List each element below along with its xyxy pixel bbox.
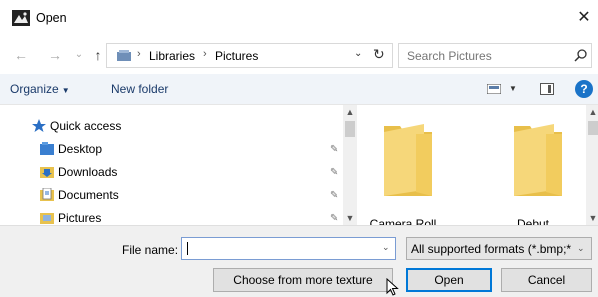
nav-item-label: Downloads <box>58 165 118 179</box>
open-button[interactable]: Open <box>406 268 492 292</box>
close-button[interactable]: ✕ <box>574 8 594 28</box>
organize-label: Organize <box>10 82 59 96</box>
file-type-value: All supported formats (*.bmp;*. <box>411 242 571 256</box>
search-placeholder: Search Pictures <box>407 49 492 63</box>
navigation-pane: Quick access Desktop ✎ Downloads ✎ Docum… <box>0 105 342 225</box>
file-item-debut[interactable]: Debut <box>488 115 578 231</box>
nav-item-label: Desktop <box>58 142 103 156</box>
title-bar: Open ✕ <box>0 0 598 38</box>
breadcrumb-separator: › <box>137 48 141 60</box>
refresh-icon[interactable]: ↻ <box>373 46 385 63</box>
new-folder-button[interactable]: New folder <box>111 82 168 96</box>
scrollbar-thumb[interactable] <box>588 121 598 135</box>
cancel-button[interactable]: Cancel <box>501 268 592 292</box>
file-name-input[interactable]: ⌄ <box>181 237 396 260</box>
forward-button[interactable]: → <box>46 46 64 64</box>
file-name-label: File name: <box>122 243 179 257</box>
breadcrumb-pictures[interactable]: Pictures <box>215 49 258 63</box>
scroll-up-icon[interactable]: ▲ <box>343 105 357 119</box>
search-icon[interactable] <box>574 48 588 62</box>
pin-icon[interactable]: ✎ <box>330 144 340 155</box>
pin-icon[interactable]: ✎ <box>330 190 340 201</box>
file-type-select[interactable]: All supported formats (*.bmp;*. ⌄ <box>406 237 592 260</box>
scroll-up-icon[interactable]: ▲ <box>586 105 598 119</box>
desktop-folder-icon <box>40 142 54 155</box>
star-icon <box>32 119 46 132</box>
folder-icon <box>384 124 432 196</box>
toolbar: Organize ▼ New folder ▼ ? <box>0 74 598 105</box>
scroll-down-icon[interactable]: ▼ <box>343 211 357 225</box>
recent-locations-button[interactable]: ⌄ <box>70 46 88 64</box>
pictures-folder-icon <box>40 213 54 224</box>
pin-icon[interactable]: ✎ <box>330 167 340 178</box>
nav-item-label: Pictures <box>58 211 102 225</box>
preview-pane-icon[interactable] <box>540 83 554 95</box>
nav-pane-scrollbar[interactable]: ▲ ▼ <box>343 105 357 225</box>
text-caret <box>187 242 188 255</box>
view-options-caret-icon[interactable]: ▼ <box>509 84 517 93</box>
nav-item-label: Documents <box>58 188 119 202</box>
file-list: Camera Roll Debut <box>358 105 586 231</box>
documents-folder-icon <box>40 188 54 201</box>
address-bar[interactable]: › Libraries › Pictures ⌄ ↻ <box>106 43 393 68</box>
change-view-icon[interactable] <box>487 84 501 94</box>
address-row: ← → ⌄ ↑ › Libraries › Pictures ⌄ ↻ Searc… <box>0 38 598 74</box>
scrollbar-thumb[interactable] <box>345 121 355 137</box>
file-item-camera-roll[interactable]: Camera Roll <box>358 115 448 231</box>
libraries-icon <box>117 50 131 61</box>
file-name-dropdown-icon[interactable]: ⌄ <box>382 242 390 253</box>
help-icon[interactable]: ? <box>575 80 593 98</box>
pin-icon[interactable]: ✎ <box>330 213 340 224</box>
window-title: Open <box>36 11 67 25</box>
file-type-dropdown-icon[interactable]: ⌄ <box>577 243 585 254</box>
up-button[interactable]: ↑ <box>89 46 107 64</box>
breadcrumb-libraries[interactable]: Libraries <box>149 49 195 63</box>
scroll-down-icon[interactable]: ▼ <box>586 211 598 225</box>
breadcrumb-separator: › <box>203 48 207 60</box>
downloads-folder-icon <box>40 167 54 178</box>
mouse-cursor-icon <box>386 278 399 296</box>
bottom-panel: File name: ⌄ All supported formats (*.bm… <box>0 225 598 297</box>
organize-caret-icon: ▼ <box>61 86 70 95</box>
search-field[interactable]: Search Pictures <box>398 43 592 68</box>
nav-item-label: Quick access <box>50 119 122 133</box>
address-dropdown-icon[interactable]: ⌄ <box>354 48 362 59</box>
folder-icon <box>514 124 562 196</box>
more-texture-types-button[interactable]: Choose from more texture types... <box>213 268 393 297</box>
organize-button[interactable]: Organize ▼ <box>10 82 70 96</box>
file-list-scrollbar[interactable]: ▲ ▼ <box>586 105 598 225</box>
back-button[interactable]: ← <box>12 46 30 64</box>
app-icon <box>12 10 30 26</box>
